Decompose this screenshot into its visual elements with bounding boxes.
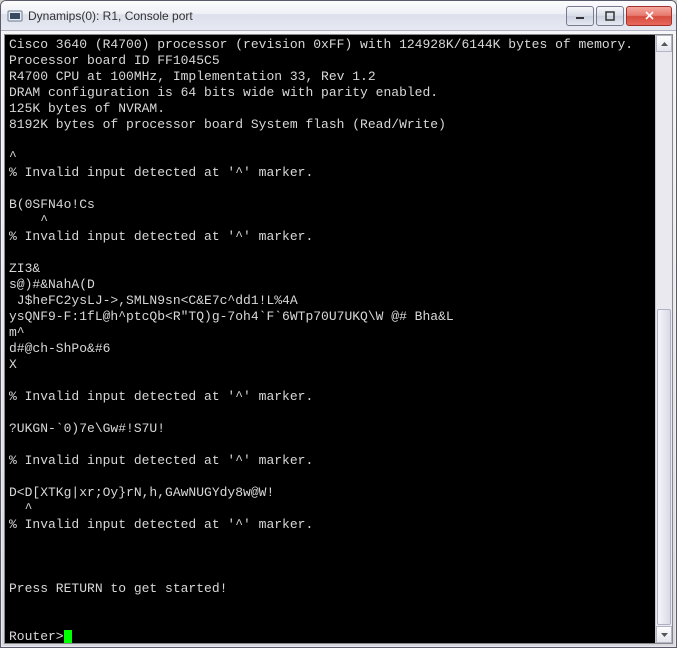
scrollbar-thumb[interactable] <box>657 309 671 625</box>
terminal-line: % Invalid input detected at '^' marker. <box>9 165 653 181</box>
terminal-line <box>9 565 653 581</box>
terminal-line: ZI3& <box>9 261 653 277</box>
terminal-line: 125K bytes of NVRAM. <box>9 101 653 117</box>
terminal-line: ^ <box>9 501 653 517</box>
window-controls <box>564 6 672 26</box>
terminal-line: ^ <box>9 149 653 165</box>
terminal-line: X <box>9 357 653 373</box>
terminal-line: Press RETURN to get started! <box>9 581 653 597</box>
close-button[interactable] <box>626 6 672 26</box>
terminal-prompt: Router> <box>9 629 64 643</box>
terminal-line: % Invalid input detected at '^' marker. <box>9 389 653 405</box>
terminal-line: R4700 CPU at 100MHz, Implementation 33, … <box>9 69 653 85</box>
terminal-line: ^ <box>9 213 653 229</box>
terminal-prompt-line[interactable]: Router> <box>9 629 653 643</box>
terminal-line: 8192K bytes of processor board System fl… <box>9 117 653 133</box>
close-icon <box>644 10 655 21</box>
terminal-line: B(0SFN4o!Cs <box>9 197 653 213</box>
terminal-output[interactable]: Cisco 3640 (R4700) processor (revision 0… <box>5 35 655 643</box>
terminal-line <box>9 181 653 197</box>
terminal-line: ?UKGN-`0)7e\Gw#!S7U! <box>9 421 653 437</box>
app-icon <box>7 8 23 24</box>
terminal-line <box>9 533 653 549</box>
terminal-line: J$heFC2ysLJ->,SMLN9sn<C&E7c^dd1!L%4A <box>9 293 653 309</box>
minimize-icon <box>575 11 585 21</box>
chevron-up-icon <box>661 42 668 46</box>
scroll-down-button[interactable] <box>656 626 672 643</box>
terminal-line <box>9 245 653 261</box>
terminal-line: DRAM configuration is 64 bits wide with … <box>9 85 653 101</box>
scrollbar-track[interactable] <box>656 52 672 626</box>
terminal-line: D<D[XTKg|xr;Oy}rN,h,GAwNUGYdy8w@W! <box>9 485 653 501</box>
minimize-button[interactable] <box>566 6 594 26</box>
terminal-line: m^ <box>9 325 653 341</box>
terminal-line: d#@ch-ShPo&#6 <box>9 341 653 357</box>
terminal-line: % Invalid input detected at '^' marker. <box>9 229 653 245</box>
app-window: Dynamips(0): R1, Console port Cisco 3640… <box>0 0 677 648</box>
terminal-cursor <box>64 630 72 643</box>
window-title: Dynamips(0): R1, Console port <box>28 9 564 23</box>
terminal-line: % Invalid input detected at '^' marker. <box>9 453 653 469</box>
terminal-line <box>9 597 653 613</box>
terminal-line: Cisco 3640 (R4700) processor (revision 0… <box>9 37 653 53</box>
terminal-line <box>9 469 653 485</box>
chevron-down-icon <box>661 633 668 637</box>
terminal-line: % Invalid input detected at '^' marker. <box>9 517 653 533</box>
terminal-line: Processor board ID FF1045C5 <box>9 53 653 69</box>
titlebar[interactable]: Dynamips(0): R1, Console port <box>1 1 676 31</box>
maximize-button[interactable] <box>596 6 624 26</box>
vertical-scrollbar[interactable] <box>655 35 672 643</box>
terminal-line <box>9 437 653 453</box>
terminal-line <box>9 405 653 421</box>
terminal-line <box>9 373 653 389</box>
terminal-line: ysQNF9-F:1fL@h^ptcQb<R"TQ)g-7oh4`F`6WTp7… <box>9 309 653 325</box>
client-area: Cisco 3640 (R4700) processor (revision 0… <box>4 34 673 644</box>
maximize-icon <box>605 11 615 21</box>
terminal-line: s@)#&NahA(D <box>9 277 653 293</box>
terminal-line <box>9 133 653 149</box>
terminal-line <box>9 549 653 565</box>
scroll-up-button[interactable] <box>656 35 672 52</box>
terminal-line <box>9 613 653 629</box>
